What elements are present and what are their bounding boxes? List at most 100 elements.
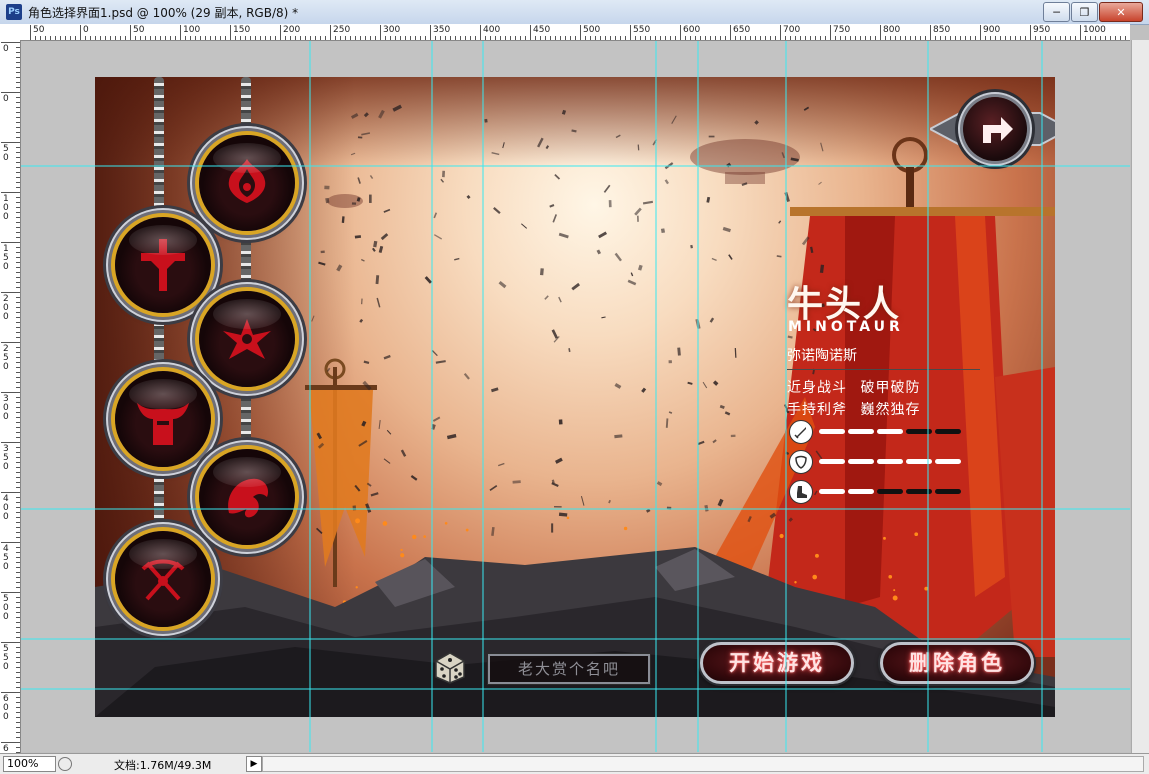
- debris-particle: [603, 184, 611, 193]
- close-icon[interactable]: ✕: [1099, 2, 1143, 22]
- restore-icon[interactable]: ❐: [1071, 2, 1098, 22]
- ruler-minor-tick: [555, 36, 556, 40]
- ruler-minor-tick: [16, 422, 20, 423]
- character-trait-1: 近身战斗 破甲破防: [787, 380, 921, 396]
- ruler-minor-tick: [260, 36, 261, 40]
- ember-particle: [355, 518, 361, 524]
- debris-particle: [664, 162, 674, 170]
- character-english-name: MINOTAUR: [788, 319, 904, 335]
- class-emblem-5[interactable]: [199, 449, 295, 545]
- stat-row-attack: [789, 420, 989, 444]
- ruler-label: 100: [3, 194, 9, 222]
- ruler-minor-tick: [16, 377, 20, 378]
- ruler-minor-tick: [16, 597, 20, 598]
- zoom-level-field[interactable]: 100%: [3, 756, 56, 772]
- ruler-minor-tick: [225, 36, 226, 40]
- ruler-minor-tick: [515, 36, 516, 40]
- ruler-label: 650: [733, 25, 751, 35]
- ruler-minor-tick: [1055, 36, 1056, 40]
- ruler-minor-tick: [820, 36, 821, 40]
- ruler-minor-tick: [16, 297, 20, 298]
- ruler-minor-tick: [16, 652, 20, 653]
- class-emblem-1[interactable]: [199, 135, 295, 231]
- status-menu-icon[interactable]: [58, 757, 72, 771]
- ruler-minor-tick: [305, 36, 306, 40]
- horizontal-scrollbar[interactable]: [262, 756, 1144, 772]
- debris-particle: [363, 112, 369, 118]
- ruler-label: 850: [933, 25, 951, 35]
- ruler-minor-tick: [740, 36, 741, 40]
- ruler-minor-tick: [445, 36, 446, 40]
- ruler-minor-tick: [375, 36, 376, 40]
- stat-bar-segment: [848, 429, 874, 434]
- stat-bar-segment: [906, 459, 932, 464]
- ruler-minor-tick: [550, 36, 551, 40]
- debris-particle: [784, 191, 790, 202]
- ruler-minor-tick: [1050, 36, 1051, 40]
- ruler-minor-tick: [620, 36, 621, 40]
- ruler-minor-tick: [825, 36, 826, 40]
- ruler-minor-tick: [16, 152, 20, 153]
- class-emblem-3[interactable]: [199, 291, 295, 387]
- debris-particle: [637, 144, 640, 151]
- dice-icon[interactable]: [432, 649, 468, 685]
- ruler-minor-tick: [245, 36, 246, 40]
- debris-particle: [383, 458, 391, 464]
- class-emblem-4[interactable]: [115, 371, 211, 467]
- debris-particle: [357, 177, 361, 184]
- ruler-minor-tick: [1060, 36, 1061, 40]
- debris-particle: [392, 104, 402, 112]
- ruler-minor-tick: [975, 36, 976, 40]
- ruler-minor-tick: [16, 582, 20, 583]
- status-arrow-icon[interactable]: ▶: [246, 756, 262, 772]
- delete-character-button[interactable]: 删除角色: [880, 642, 1034, 684]
- ruler-minor-tick: [16, 412, 20, 413]
- ruler-minor-tick: [16, 587, 20, 588]
- ruler-tick: [1, 742, 20, 743]
- debris-particle: [747, 515, 752, 523]
- ruler-minor-tick: [250, 36, 251, 40]
- next-button[interactable]: [963, 97, 1027, 161]
- minimize-icon[interactable]: ─: [1043, 2, 1070, 22]
- ruler-minor-tick: [16, 717, 20, 718]
- ruler-tick: [180, 25, 181, 40]
- ruler-minor-tick: [890, 36, 891, 40]
- ruler-minor-tick: [875, 36, 876, 40]
- ruler-minor-tick: [770, 36, 771, 40]
- vertical-scrollbar[interactable]: [1131, 40, 1149, 753]
- ruler-minor-tick: [670, 36, 671, 40]
- class-emblem-6[interactable]: [115, 531, 211, 627]
- ruler-minor-tick: [16, 317, 20, 318]
- character-name-input[interactable]: 老大赏个名吧: [487, 653, 651, 685]
- ruler-minor-tick: [345, 36, 346, 40]
- debris-particle: [512, 480, 521, 484]
- ruler-minor-tick: [775, 36, 776, 40]
- ruler-minor-tick: [220, 36, 221, 40]
- ruler-minor-tick: [1020, 36, 1021, 40]
- ruler-label: 450: [533, 25, 551, 35]
- ember-particle: [444, 522, 448, 525]
- ruler-minor-tick: [16, 632, 20, 633]
- debris-particle: [717, 498, 724, 507]
- ruler-minor-tick: [16, 197, 20, 198]
- debris-particle: [790, 157, 799, 162]
- debris-particle: [712, 439, 717, 444]
- document-canvas[interactable]: 牛头人 MINOTAUR 弥诺陶诺斯 近身战斗 破甲破防 手持利斧 巍然独存 老…: [95, 77, 1055, 717]
- debris-particle: [380, 233, 389, 241]
- class-emblem-2[interactable]: [115, 217, 211, 313]
- ruler-minor-tick: [1085, 36, 1086, 40]
- ruler-minor-tick: [1015, 36, 1016, 40]
- horizontal-ruler[interactable]: 50 0 50 100 150 200 250 300 350 400 450 500 550 600 65…: [20, 24, 1130, 41]
- start-game-button[interactable]: 开始游戏: [700, 642, 854, 684]
- ruler-minor-tick: [665, 36, 666, 40]
- ruler-minor-tick: [945, 36, 946, 40]
- ruler-origin[interactable]: [0, 24, 21, 41]
- debris-particle: [668, 360, 672, 364]
- ruler-label: 200: [3, 294, 9, 322]
- ruler-minor-tick: [485, 36, 486, 40]
- debris-particle: [608, 499, 611, 504]
- vertical-ruler[interactable]: 0 0 50 100 150 200 250 300 350 400 450 500 550 600 650: [0, 40, 21, 753]
- debris-particle: [561, 109, 567, 115]
- ruler-minor-tick: [545, 36, 546, 40]
- ruler-minor-tick: [16, 232, 20, 233]
